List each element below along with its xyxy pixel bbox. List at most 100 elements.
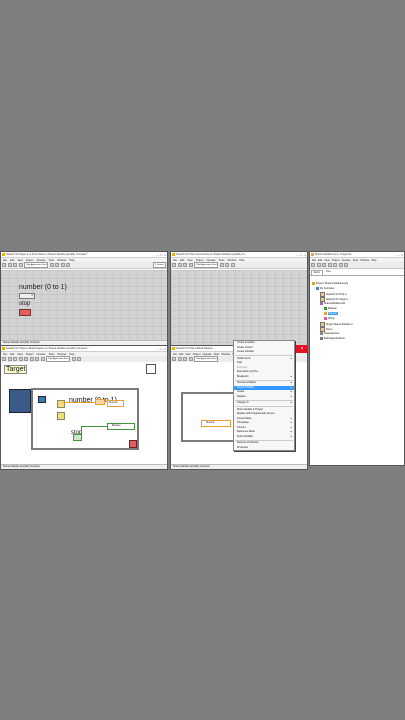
menu-view[interactable]: View <box>324 259 329 262</box>
loop-condition-terminal[interactable] <box>129 440 137 448</box>
wait-node[interactable] <box>57 412 65 420</box>
menu-view[interactable]: View <box>17 259 22 262</box>
copy-icon[interactable] <box>333 263 337 267</box>
tree-item-build-specs[interactable]: Build Specifications <box>320 337 345 340</box>
menu-operate[interactable]: Operate <box>342 259 351 262</box>
menu-window[interactable]: Window <box>57 259 66 262</box>
minimize-icon[interactable]: – <box>157 253 159 257</box>
sv-numeric-node[interactable]: Numeric <box>107 400 124 407</box>
menu-item-create-indicator[interactable]: Create Indicator <box>234 350 294 355</box>
distribute-icon[interactable] <box>77 357 82 361</box>
abort-icon[interactable] <box>13 357 17 361</box>
font-selector[interactable]: 15pt Application Font <box>194 262 219 268</box>
maximize-icon[interactable]: □ <box>160 347 162 351</box>
reorder-icon[interactable] <box>66 263 71 267</box>
pause-icon[interactable] <box>188 263 193 267</box>
menu-help[interactable]: Help <box>69 259 74 262</box>
align-icon[interactable] <box>71 357 76 361</box>
delete-icon[interactable] <box>344 263 348 267</box>
menu-project[interactable]: Project <box>26 353 34 356</box>
menu-file[interactable]: File <box>3 259 7 262</box>
tab-files[interactable]: Files <box>324 270 333 275</box>
tree-item-boolean[interactable]: Boolean <box>324 307 337 310</box>
tree-item-string[interactable]: String <box>324 317 334 320</box>
abort-icon[interactable] <box>13 263 17 267</box>
menu-edit[interactable]: Edit <box>318 259 322 262</box>
menu-file[interactable]: File <box>173 259 177 262</box>
close-icon[interactable]: × <box>164 347 166 351</box>
menu-item-select-variable[interactable]: Select Variable ▸ <box>234 435 294 440</box>
tree-item-library[interactable]: SharedVariable.lvlib <box>320 302 345 305</box>
close-icon[interactable]: × <box>401 253 403 257</box>
run-arrow-icon[interactable] <box>172 357 176 361</box>
tree-item-dependencies[interactable]: Dependencies <box>320 332 339 335</box>
sv-numeric-node[interactable]: Numeric <box>201 420 231 427</box>
distribute-icon[interactable] <box>55 263 60 267</box>
pause-icon[interactable] <box>18 263 23 267</box>
menu-edit[interactable]: Edit <box>10 259 14 262</box>
menu-view[interactable]: View <box>185 353 190 356</box>
front-panel-canvas[interactable] <box>171 270 307 345</box>
run-continuously-icon[interactable] <box>177 263 182 267</box>
step-out-icon[interactable] <box>40 357 45 361</box>
block-diagram-canvas[interactable]: Target number (0 to 1) stop Numeric Bool… <box>1 362 167 465</box>
paste-icon[interactable] <box>338 263 343 267</box>
menu-edit[interactable]: Edit <box>10 353 14 356</box>
align-icon[interactable] <box>49 263 54 267</box>
tab-items[interactable]: Items <box>311 270 323 275</box>
menu-edit[interactable]: Edit <box>179 353 183 356</box>
run-continuously-icon[interactable] <box>7 263 12 267</box>
abort-icon[interactable] <box>183 263 187 267</box>
minimize-icon[interactable]: – <box>398 253 400 257</box>
search-box[interactable]: ⚲ Search <box>152 262 166 268</box>
menu-item-change-to[interactable]: Change To ▸ <box>234 401 294 406</box>
menu-file[interactable]: File <box>173 353 177 356</box>
menu-help[interactable]: Help <box>371 259 376 262</box>
menu-item-properties[interactable]: Properties <box>234 446 294 451</box>
menu-project[interactable]: Project <box>332 259 340 262</box>
pause-icon[interactable] <box>18 357 23 361</box>
new-icon[interactable] <box>311 263 315 267</box>
menu-view[interactable]: View <box>187 259 192 262</box>
menu-window[interactable]: Window <box>360 259 369 262</box>
tree-item-project[interactable]: Project: Shared Variable.lvproj <box>312 282 348 285</box>
highlight-execution-icon[interactable] <box>24 357 28 361</box>
close-icon[interactable]: × <box>164 253 166 257</box>
pause-icon[interactable] <box>188 357 193 361</box>
maximize-icon[interactable]: □ <box>160 253 162 257</box>
run-arrow-icon[interactable] <box>2 263 6 267</box>
sv-boolean-node[interactable]: Boolean <box>107 423 135 430</box>
run-continuously-icon[interactable] <box>177 357 182 361</box>
menu-tools[interactable]: Tools <box>219 259 225 262</box>
menu-window[interactable]: Window <box>221 353 230 356</box>
close-button[interactable]: × <box>296 345 308 353</box>
numeric-indicator[interactable] <box>95 399 105 405</box>
tree-item-numeric[interactable]: Numeric <box>324 312 338 315</box>
resize-icon[interactable] <box>60 263 65 267</box>
align-icon[interactable] <box>219 263 224 267</box>
menu-view[interactable]: View <box>17 353 22 356</box>
while-loop[interactable]: number (0 to 1) stop <box>31 388 139 450</box>
run-arrow-icon[interactable] <box>2 357 6 361</box>
menu-edit[interactable]: Edit <box>180 259 184 262</box>
step-into-icon[interactable] <box>29 357 34 361</box>
menu-tools[interactable]: Tools <box>49 259 55 262</box>
menu-window[interactable]: Window <box>227 259 236 262</box>
distribute-icon[interactable] <box>225 263 230 267</box>
maximize-icon[interactable]: □ <box>300 253 302 257</box>
cut-icon[interactable] <box>327 263 332 267</box>
resize-icon[interactable] <box>230 263 235 267</box>
menu-file[interactable]: File <box>312 259 316 262</box>
open-icon[interactable] <box>316 263 321 267</box>
close-icon[interactable]: × <box>304 253 306 257</box>
tree-item-my-computer[interactable]: My Computer <box>316 287 334 290</box>
minimize-icon[interactable]: – <box>157 347 159 351</box>
menu-item-breakpoint[interactable]: Breakpoint ▸ <box>234 375 294 380</box>
step-over-icon[interactable] <box>35 357 39 361</box>
menu-tools[interactable]: Tools <box>353 259 359 262</box>
run-continuously-icon[interactable] <box>7 357 12 361</box>
menu-item-replace[interactable]: Replace ▸ <box>234 395 294 400</box>
menu-help[interactable]: Help <box>239 259 244 262</box>
menu-operate[interactable]: Operate <box>37 353 46 356</box>
stop-control[interactable] <box>73 434 82 441</box>
